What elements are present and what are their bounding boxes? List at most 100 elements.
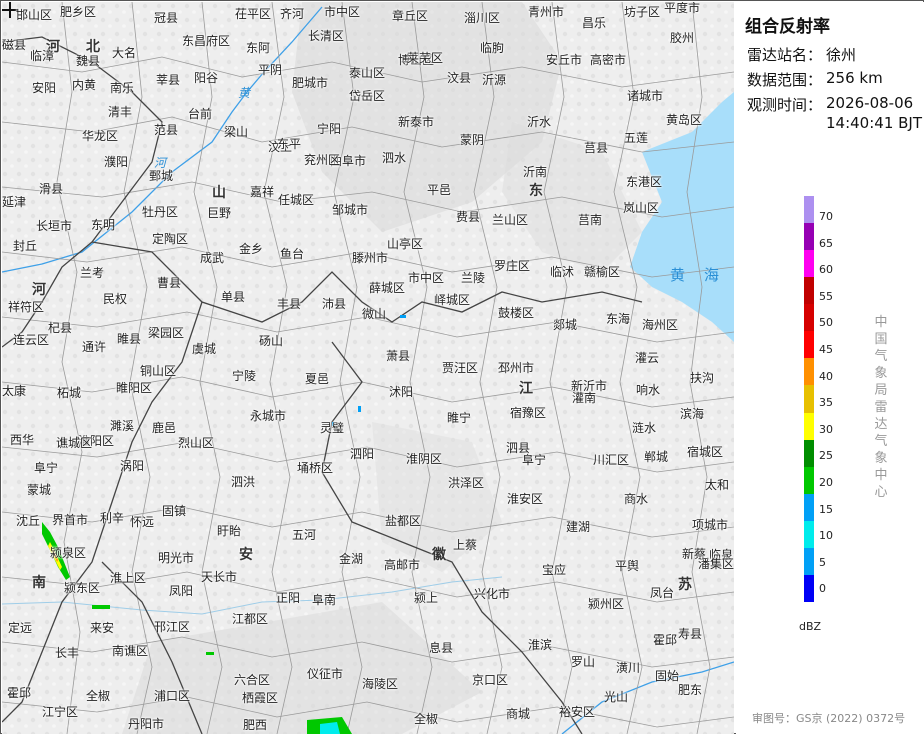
place-label: 东阿 <box>246 41 271 55</box>
place-label: 滕州市 <box>352 251 389 265</box>
place-label: 贾汪区 <box>442 361 479 375</box>
place-label: 薛城区 <box>369 281 406 295</box>
province-label-jiangsu-2: 苏 <box>678 577 692 593</box>
place-label: 平度市 <box>664 2 701 15</box>
place-label: 大名 <box>112 46 137 60</box>
place-label: 肥东 <box>678 683 703 697</box>
place-label: 坊子区 <box>624 5 661 19</box>
place-label: 阜宁 <box>522 453 547 467</box>
place-label: 罗庄区 <box>494 259 531 273</box>
place-label: 萧县 <box>386 349 411 363</box>
place-label: 光山 <box>604 690 629 704</box>
place-label: 上蔡 <box>453 538 478 552</box>
place-label: 全椒 <box>86 689 111 703</box>
legend-tick-label: 10 <box>819 529 833 543</box>
place-label: 柘城 <box>57 386 82 400</box>
legend-color-4 <box>804 304 814 332</box>
place-label: 盱眙 <box>217 524 242 538</box>
place-label: 砀山 <box>259 334 284 348</box>
place-label: 诸城市 <box>627 89 664 103</box>
place-label: 天长市 <box>201 570 238 584</box>
place-label: 涟水 <box>632 421 657 435</box>
place-label: 巨野 <box>207 206 232 220</box>
place-label: 五河 <box>292 528 317 542</box>
place-label: 太和 <box>705 478 730 492</box>
place-label: 安阳 <box>32 81 57 95</box>
place-label: 淮安区 <box>507 492 544 506</box>
place-label: 成武 <box>200 251 225 265</box>
place-label: 兰山区 <box>492 213 529 227</box>
place-label: 茌平区 <box>235 7 272 21</box>
place-label: 东海 <box>606 312 631 326</box>
place-label: 南乐 <box>110 81 135 95</box>
place-label: 滑县 <box>39 182 64 196</box>
legend-tick-label: 50 <box>819 316 833 330</box>
place-label: 章丘区 <box>392 9 429 23</box>
map-review-number: 审图号：GS京 (2022) 0372号 <box>752 712 906 725</box>
organization-label: 中国气象局雷达气象中心 <box>874 315 888 500</box>
place-label: 六合区 <box>234 673 271 687</box>
place-label: 华龙区 <box>82 129 119 143</box>
place-label: 微山 <box>362 307 387 321</box>
radar-product-window: 河 北 山 东 河 南 安 徽 江 苏 黄 河 黄 海 邯山区 肥乡区 冠县 茌平区齐… <box>0 0 924 734</box>
place-label: 商水 <box>624 492 649 506</box>
place-label: 杞县 <box>48 321 73 335</box>
place-label: 淄川区 <box>464 11 501 25</box>
place-label: 淮阴区 <box>406 452 443 466</box>
place-label: 洪泽区 <box>448 476 485 490</box>
legend-tick-label: 0 <box>819 582 826 596</box>
place-label: 莱芜区 <box>407 51 444 65</box>
place-label: 费县 <box>456 210 481 224</box>
time-label: 观测时间： <box>747 96 823 114</box>
place-label: 睢阳区 <box>116 381 153 395</box>
place-label: 京口区 <box>472 673 509 687</box>
range-value: 256 km <box>826 69 883 87</box>
place-label: 睢宁 <box>447 411 472 425</box>
place-label: 赣榆区 <box>584 265 621 279</box>
station-label: 雷达站名： <box>747 46 823 64</box>
legend-tick-label: 15 <box>819 502 833 516</box>
place-label: 栖霞区 <box>242 691 279 705</box>
legend-tick-label: 5 <box>819 555 826 569</box>
place-label: 丰县 <box>277 297 302 311</box>
place-label: 淮上区 <box>110 571 147 585</box>
province-label-henan-1: 河 <box>32 282 46 298</box>
place-label: 仪征市 <box>307 667 344 681</box>
legend-color-9 <box>804 439 814 467</box>
place-label: 息县 <box>429 641 454 655</box>
place-label: 颍上 <box>414 591 439 605</box>
place-label: 颍东区 <box>64 581 101 595</box>
place-label: 沂水 <box>527 115 552 129</box>
province-label-henan-2: 南 <box>32 575 46 591</box>
place-label: 冠县 <box>154 11 179 25</box>
place-label: 胶州 <box>670 31 695 45</box>
radar-map[interactable]: 河 北 山 东 河 南 安 徽 江 苏 黄 河 黄 海 邯山区 肥乡区 冠县 茌平区齐… <box>2 2 734 734</box>
place-label: 霍邱 <box>653 633 678 647</box>
place-label: 泗阳 <box>350 447 375 461</box>
place-label: 沂源 <box>482 73 507 87</box>
place-label: 凤台 <box>650 586 675 600</box>
legend-color-12 <box>804 520 814 548</box>
place-label: 肥西 <box>243 718 268 732</box>
station-value: 徐州 <box>826 46 857 64</box>
place-label: 平邑 <box>427 183 452 197</box>
legend-color-1 <box>804 223 814 251</box>
place-label: 谯城区 <box>56 436 93 450</box>
place-label: 睢县 <box>117 332 142 346</box>
legend-color-6 <box>804 358 814 386</box>
place-label: 定陶区 <box>152 232 189 246</box>
place-label: 兴化市 <box>474 587 511 601</box>
place-label: 凤阳 <box>169 584 194 598</box>
place-label: 内黄 <box>72 78 97 92</box>
place-label: 沈丘 <box>16 514 41 528</box>
place-label: 霍邱 <box>7 686 32 700</box>
legend-tick-label: 65 <box>819 236 833 250</box>
place-label: 安丘市 <box>546 53 583 67</box>
place-label: 魏县 <box>76 54 101 68</box>
place-label: 梁园区 <box>148 326 185 340</box>
place-label: 金乡 <box>239 242 264 256</box>
legend-tick-label: 35 <box>819 396 833 410</box>
place-label: 临漳 <box>30 49 55 63</box>
place-label: 临朐 <box>480 41 505 55</box>
place-label: 五莲 <box>624 131 649 145</box>
